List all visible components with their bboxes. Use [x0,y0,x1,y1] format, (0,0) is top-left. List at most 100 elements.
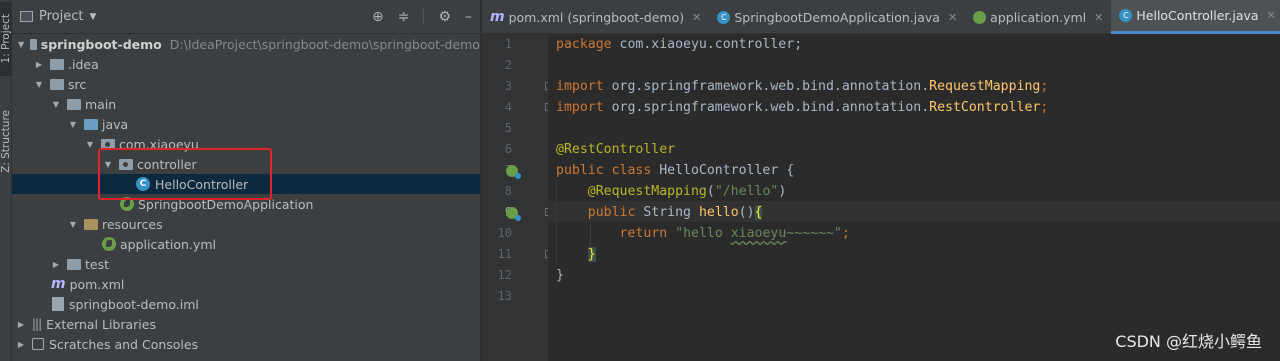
tree-item-label: test [85,256,110,272]
string-literal: ~~~~~~" [786,226,842,241]
chevron-right-icon[interactable]: ▶ [16,320,26,329]
structure-tool-tab[interactable]: Z: Structure [0,100,12,182]
tree-item-springboot-demo-iml[interactable]: springboot-demo.iml [12,294,480,314]
line-number: 4 [504,100,512,114]
spring-bean-gutter-icon[interactable] [506,165,521,179]
tab-application-yml[interactable]: application.yml ✕ [965,0,1111,34]
code-line-10: return "hello xiaoeyu~~~~~~"; [556,223,850,244]
tree-item-label: java [102,116,129,132]
typo-word: xiaoeyu [730,226,787,241]
highlight-annotation-box [98,148,272,200]
tree-item-main[interactable]: ▼ main [12,94,480,114]
code-editor[interactable]: package com.xiaoeyu.controller; import o… [548,34,1280,361]
project-view-selector[interactable]: Project [39,9,83,24]
paren: ( [706,184,715,199]
line-number: 13 [497,289,512,303]
folder-icon [67,98,81,110]
header-divider [423,9,425,25]
editor-gutter[interactable]: 1 2 3 4 5 6 7 8 9 10 11 12 13 [482,34,553,361]
project-view-icon [20,11,33,22]
line-number: 2 [504,58,512,72]
semicolon: ; [1040,79,1049,94]
spring-mapping-gutter-icon[interactable] [506,207,521,221]
tree-item-application-yml[interactable]: application.yml [12,234,480,254]
chevron-down-icon[interactable]: ▼ [68,220,78,229]
tree-item-resources[interactable]: ▼ resources [12,214,480,234]
tree-item-test[interactable]: ▶ test [12,254,480,274]
chevron-down-icon[interactable]: ▼ [85,140,95,149]
string-literal: "hello [675,226,731,241]
code-line-6: @RestController [556,139,675,160]
source-folder-icon [84,118,98,130]
imported-class: RestController [929,100,1041,115]
code-line-3: import org.springframework.web.bind.anno… [556,76,1048,97]
tree-item-label: main [85,96,117,112]
code-line-1: package com.xiaoeyu.controller; [556,34,802,55]
keyword: return [619,226,668,241]
libraries-icon: ||| [32,317,42,331]
chevron-down-icon[interactable]: ▼ [51,100,61,109]
tree-item-idea[interactable]: ▶ .idea [12,54,480,74]
close-icon[interactable]: ✕ [1267,9,1276,22]
project-tool-tab[interactable]: 1: Project [0,2,12,76]
code-line-12: } [556,265,564,286]
tab-pom-xml[interactable]: m pom.xml (springboot-demo) ✕ [482,0,709,34]
chevron-right-icon[interactable]: ▶ [34,60,44,69]
identifier: com.xiaoeyu.controller; [611,37,803,52]
line-number: 5 [504,121,512,135]
collapse-all-icon[interactable]: ≑ [398,10,410,24]
line-number: 3 [504,79,512,93]
code-line-8: @RequestMapping("/hello") [556,181,787,202]
close-icon[interactable]: ✕ [948,11,957,24]
tree-item-src[interactable]: ▼ src [12,74,480,94]
chevron-down-icon[interactable]: ▼ [34,80,44,89]
locate-file-icon[interactable]: ⊕ [372,10,384,24]
maven-icon: m [51,276,66,292]
semicolon: ; [841,226,850,241]
code-line-9: public String hello(){ [556,202,763,223]
tree-item-pom-xml[interactable]: m pom.xml [12,274,480,294]
keyword: public class [556,163,652,178]
code-line-11: } [556,244,596,265]
chevron-down-icon[interactable]: ▼ [68,120,78,129]
tab-label: HelloController.java [1136,8,1259,23]
module-path: D:\IdeaProject\springboot-demo\springboo… [169,36,480,52]
brace: } [556,268,564,283]
structure-tool-tab-label: Z: Structure [0,109,12,173]
tree-item-springboot-demo[interactable]: ▼ springboot-demo D:\IdeaProject\springb… [12,34,480,54]
tree-item-label: springboot-demo [40,36,162,52]
semicolon: ; [1040,100,1049,115]
tree-item-label: Scratches and Consoles [49,336,199,352]
class-icon: C [717,10,731,24]
tab-hellocontroller[interactable]: C HelloController.java ✕ [1111,0,1280,34]
keyword: import [556,100,604,115]
line-number: 1 [504,37,512,51]
line-number: 6 [504,142,512,156]
close-icon[interactable]: ✕ [1094,11,1103,24]
hide-panel-icon[interactable]: – [465,10,472,24]
tree-item-label: springboot-demo.iml [69,296,199,312]
keyword: import [556,79,604,94]
project-panel: Project ▼ ⊕ ≑ ⚙ – ▼ springboot-demo D:\I… [12,0,481,361]
chevron-down-icon[interactable]: ▼ [89,12,96,22]
tree-item-external-libraries[interactable]: ▶ ||| External Libraries [12,314,480,334]
line-number: 8 [504,184,512,198]
tree-item-java[interactable]: ▼ java [12,114,480,134]
tree-item-scratches[interactable]: ▶ Scratches and Consoles [12,334,480,354]
close-icon[interactable]: ✕ [692,11,701,24]
folder-icon [67,258,81,270]
tab-label: SpringbootDemoApplication.java [734,9,940,25]
chevron-right-icon[interactable]: ▶ [16,340,26,349]
string-literal: "/hello" [714,184,779,199]
chevron-right-icon[interactable]: ▶ [51,260,61,269]
tab-label: application.yml [990,9,1087,25]
tree-item-label: application.yml [120,236,216,252]
folder-icon [50,58,64,70]
annotation: @RestController [556,142,676,157]
tab-springbootdemoapplication[interactable]: C SpringbootDemoApplication.java ✕ [709,0,965,34]
keyword: package [556,37,612,52]
chevron-down-icon[interactable]: ▼ [18,40,24,49]
paren: () [738,205,755,220]
gear-icon[interactable]: ⚙ [438,10,451,24]
maven-icon: m [490,9,505,25]
